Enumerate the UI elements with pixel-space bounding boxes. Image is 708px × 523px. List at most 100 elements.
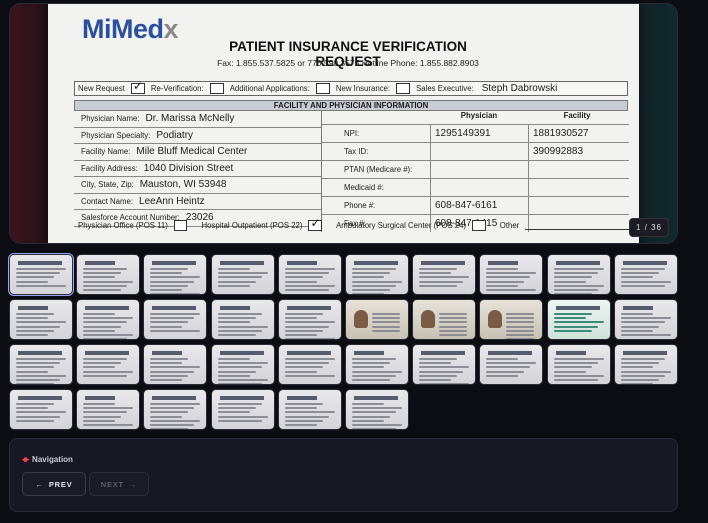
thumbnail-text-line (150, 268, 189, 270)
page-thumbnail[interactable] (210, 344, 275, 385)
page-thumbnail[interactable] (76, 299, 141, 340)
page-thumbnail[interactable] (9, 299, 73, 340)
thumbnail-text-line (352, 428, 396, 429)
thumbnail-text-line (217, 358, 250, 360)
thumbnail-text-line (284, 334, 317, 336)
thumbnail-text-line (439, 334, 468, 336)
thumbnail-heading (219, 351, 264, 355)
page-thumbnail[interactable] (412, 344, 477, 385)
page-thumbnail[interactable] (76, 254, 141, 295)
thumbnail-heading (18, 396, 62, 400)
thumbnail-text-line (150, 289, 183, 291)
page-thumbnail[interactable] (479, 254, 544, 295)
table-row: PTAN (Medicare #): (322, 160, 629, 178)
page-thumbnail[interactable] (210, 389, 275, 430)
page-thumbnail[interactable] (143, 299, 208, 340)
thumbnail-heading (85, 261, 116, 265)
field-row: Facility Name: Mile Bluff Medical Center (74, 144, 321, 161)
thumbnail-text-line (439, 325, 468, 328)
page-thumbnail[interactable] (277, 254, 342, 295)
page-thumbnail[interactable] (479, 299, 544, 340)
thumbnail-text-line (419, 358, 458, 360)
page-thumbnail[interactable] (345, 254, 409, 295)
page-thumbnail[interactable] (546, 299, 611, 340)
thumbnail-text-line (16, 379, 60, 381)
thumbnail-heading (555, 306, 600, 310)
page-thumbnail[interactable] (613, 254, 678, 295)
page-thumbnail[interactable] (412, 254, 477, 295)
page-thumbnail[interactable] (546, 254, 611, 295)
thumbnail-text-line (83, 358, 128, 360)
document-viewer[interactable]: MiMedx PATIENT INSURANCE VERIFICATION RE… (9, 3, 678, 244)
id-photo (488, 310, 503, 328)
thumbnail-text-line (284, 415, 329, 418)
thumbnail-text-line (284, 284, 335, 287)
thumbnail-text-line (150, 424, 195, 426)
thumbnail-text-line (16, 313, 54, 315)
thumbnail-text-line (486, 268, 519, 270)
page-thumbnail[interactable] (412, 299, 477, 340)
page-thumbnail[interactable] (479, 344, 544, 385)
prev-button[interactable]: ← PREV (22, 472, 86, 496)
page-thumbnail[interactable] (546, 344, 611, 385)
thumbnail-text-line (284, 338, 335, 339)
page-thumbnail[interactable] (76, 344, 141, 385)
new-insurance-label: New Insurance: (335, 84, 391, 93)
page-thumbnail[interactable] (277, 344, 342, 385)
thumbnail-text-line (217, 415, 268, 418)
page-thumbnail[interactable] (613, 299, 678, 340)
next-button[interactable]: NEXT → (89, 472, 149, 496)
thumbnail-text-line (83, 329, 116, 332)
page-thumbnail[interactable] (9, 389, 73, 430)
physician-column-header: Physician (460, 111, 498, 120)
page-thumbnail[interactable] (143, 254, 208, 295)
page-thumbnail[interactable] (210, 299, 275, 340)
field-row: Contact Name: LeeAnn Heintz (74, 194, 321, 210)
page-thumbnail[interactable] (277, 299, 342, 340)
thumbnail-text-line (150, 276, 201, 279)
thumbnail-text-line (284, 407, 317, 410)
pos-outpatient-label: Hospital Outpatient (POS 22) (201, 220, 303, 230)
sales-executive-value: Steph Dabrowski (481, 83, 558, 94)
thumbnail-text-line (284, 321, 335, 324)
thumbnail-text-line (16, 284, 66, 287)
page-thumbnail[interactable] (613, 344, 678, 385)
thumbnail-text-line (419, 284, 458, 287)
place-of-service-bar: Physician Office (POS 11) Hospital Outpa… (74, 216, 632, 232)
thumbnail-text-line (83, 411, 128, 414)
page-thumbnail[interactable] (76, 389, 141, 430)
new-request-label: New Request (78, 84, 125, 93)
thumbnail-text-line (217, 284, 250, 287)
facility-fields: Physician Name: Dr. Marissa McNelly Physi… (74, 111, 321, 227)
thumbnail-text-line (284, 370, 317, 373)
thumbnail-text-line (352, 366, 384, 369)
thumbnail-text-line (16, 415, 60, 418)
page-thumbnail[interactable] (9, 344, 73, 385)
thumbnail-text-line (16, 403, 54, 405)
double-arrow-icon: ◂▸ (22, 454, 29, 464)
thumbnail-text-line (150, 411, 189, 414)
page-thumbnail[interactable] (210, 254, 275, 295)
thumbnail-heading (219, 261, 264, 265)
thumbnail-text-line (217, 370, 256, 373)
pos-office-checkbox (173, 219, 188, 231)
page-thumbnail[interactable] (345, 299, 409, 340)
thumbnail-text-line (284, 419, 323, 422)
thumbnail-text-line (284, 325, 329, 328)
next-label: NEXT (100, 479, 124, 489)
page-thumbnail[interactable] (345, 389, 409, 430)
page-thumbnail[interactable] (143, 389, 208, 430)
page-thumbnail[interactable] (8, 253, 74, 296)
pos-asc-checkbox (472, 219, 486, 231)
page-thumbnail[interactable] (277, 389, 342, 430)
thumbnail-text-line (620, 383, 653, 384)
thumbnail-text-line (150, 272, 183, 275)
additional-applications-checkbox (315, 83, 330, 94)
thumbnail-text-line (284, 374, 335, 377)
thumbnail-text-line (620, 272, 659, 275)
thumbnail-text-line (150, 403, 201, 405)
page-thumbnail[interactable] (345, 344, 409, 385)
thumbnail-text-line (16, 321, 66, 324)
page-thumbnail[interactable] (143, 344, 208, 385)
page-counter: 1 / 36 (628, 218, 669, 237)
